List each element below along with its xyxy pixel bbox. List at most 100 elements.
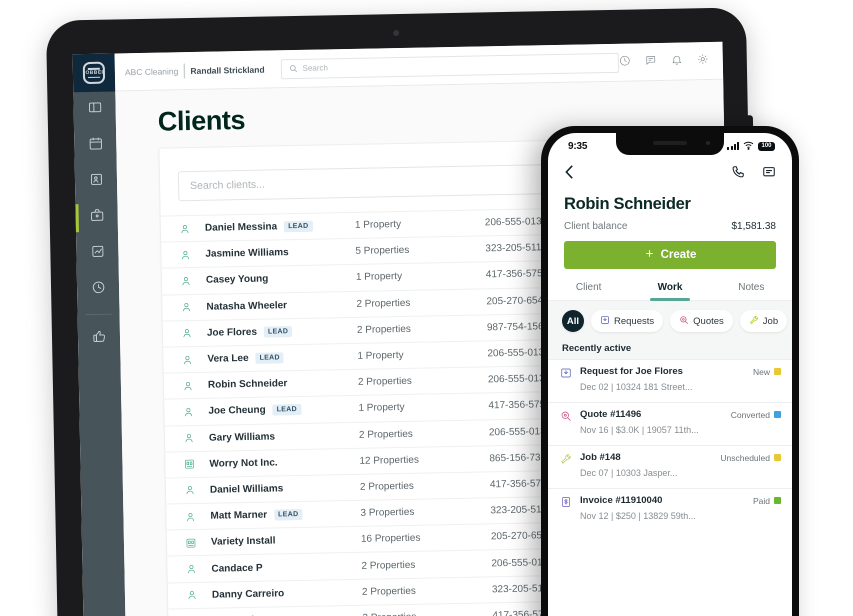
client-name-text: Gary Williams [208,431,276,444]
create-button[interactable]: Create [564,241,776,269]
client-name: Natasha Wheeler [206,299,356,313]
wrench-icon [749,315,759,328]
activity-title: Invoice #11910040 [580,495,663,506]
status-badge: New [753,367,781,377]
client-name: Joe Flores LEAD [207,325,357,339]
phone-activity-list: Request for Joe Flores New Dec 02 | 10324 … [548,359,792,531]
message-icon[interactable] [762,165,776,184]
help-icon[interactable] [619,53,631,71]
client-phone: 417-356-5758 [485,268,549,281]
status-label: New [752,366,770,377]
list-item[interactable]: Quote #11496 Converted Nov 16 | $3.0K | 19… [548,402,792,445]
status-badge: Converted [731,410,781,420]
client-name-text: Matt Marner [210,509,268,522]
client-name-text: Joe Cheung [208,405,266,418]
client-properties: 12 Properties [359,454,420,467]
person-icon [181,327,207,339]
contact-card-icon [88,172,103,192]
client-name: Jasmine Williams [205,246,355,260]
client-name-text: Jasmine Williams [205,247,289,261]
sidebar-item-feedback[interactable] [78,320,121,357]
client-name-text: Variety Install [210,535,276,549]
filter-chip-all[interactable]: All [562,310,584,332]
phone-speaker-icon [653,141,687,145]
wrench-icon [559,452,573,481]
activity-subtitle: Dec 07 | 10303 Jasper... [580,468,678,478]
client-phone: 205-270-6547 [486,294,549,308]
business-name: ABC Cleaning [124,65,179,77]
search-clients-input[interactable]: Search clients... [177,164,551,202]
client-name-text: Candace P [211,562,263,575]
filter-chip-requests[interactable]: Requests [591,310,664,332]
building-icon [183,458,209,470]
tab-work[interactable]: Work [629,282,710,301]
lead-badge: LEAD [263,325,293,338]
sidebar-item-jobs[interactable] [75,199,118,236]
client-name: Daniel Williams [209,482,360,496]
phone-screen: 9:35 100 Robin Schneider Client balance … [548,133,792,616]
client-properties: 1 Property [354,219,402,231]
client-name-text: Worry Not Inc. [209,457,278,470]
sidebar-item-timesheets[interactable] [77,271,120,308]
client-properties: 2 Properties [357,376,412,389]
sidebar-item-clients[interactable] [75,163,118,200]
activity-subtitle: Nov 16 | $3.0K | 19057 11th... [580,425,699,435]
balance-value: $1,581.38 [731,221,777,232]
list-item[interactable]: Invoice #11910040 Paid Nov 12 | $250 | 138… [548,488,792,531]
activity-subtitle: Nov 12 | $250 | 13829 59th... [580,511,696,521]
phone-icon[interactable] [731,165,745,184]
client-name: Candace P [211,560,361,574]
search-icon [288,59,297,77]
person-icon [183,432,209,444]
list-item[interactable]: Request for Joe Flores New Dec 02 | 10324 … [548,359,792,402]
clock-icon [90,280,105,300]
client-properties: 1 Property [357,350,404,362]
client-name-text: Daniel Williams [209,483,284,496]
person-icon [181,353,207,365]
chat-icon[interactable] [645,53,657,71]
sidebar-item-reports[interactable] [76,235,119,272]
phone-device-frame: 9:35 100 Robin Schneider Client balance … [541,126,799,616]
bell-icon[interactable] [671,52,683,70]
tab-client[interactable]: Client [548,282,629,300]
briefcase-icon [89,208,104,228]
back-chevron-icon[interactable] [564,164,575,185]
client-name: Casey Young [206,272,356,286]
jobber-logo[interactable]: JOBBER [72,53,116,93]
sidebar-item-schedule[interactable] [74,127,117,164]
activity-title: Job #148 [580,452,621,463]
person-icon [185,563,211,575]
screenshot-stage: JOBBER ABC Cleaning | Randall Strickland… [0,0,853,616]
filter-chip-label: Quotes [693,315,724,327]
phone-balance-row: Client balance $1,581.38 [548,214,792,241]
client-properties: 2 Properties [356,297,411,310]
sidebar-divider [85,313,112,316]
invoice-icon [559,495,573,524]
request-inbox-icon [600,315,610,328]
client-name-text: Danny Carreiro [211,588,285,601]
gear-icon[interactable] [697,52,709,70]
sidebar-item-home[interactable] [73,91,116,128]
person-icon [180,301,206,313]
status-dot [774,497,781,504]
lead-badge: LEAD [255,352,284,364]
status-label: Paid [752,495,770,506]
client-name-text: Robin Schneider [207,378,288,391]
filter-chip-quotes[interactable]: Quotes [670,310,733,332]
client-name: Joe Cheung LEAD [208,403,358,417]
search-clients-placeholder: Search clients... [190,178,265,193]
phone-tabs: Client Work Notes [548,282,792,301]
dashboard-icon [87,100,102,120]
list-item[interactable]: Job #148 Unscheduled Dec 07 | 10303 Jasper… [548,445,792,488]
status-badge: Unscheduled [720,453,781,463]
filter-chip-label: Job [762,315,779,327]
jobber-logo-text: JOBBER [82,69,106,77]
person-icon [182,406,208,418]
global-search-input[interactable]: Search [280,52,620,79]
chart-image-icon [90,244,105,264]
client-properties: 2 Properties [359,480,414,493]
client-properties: 1 Property [355,271,403,284]
filter-chip-job[interactable]: Job [739,310,788,332]
person-icon [179,222,205,234]
tab-notes[interactable]: Notes [711,282,792,300]
